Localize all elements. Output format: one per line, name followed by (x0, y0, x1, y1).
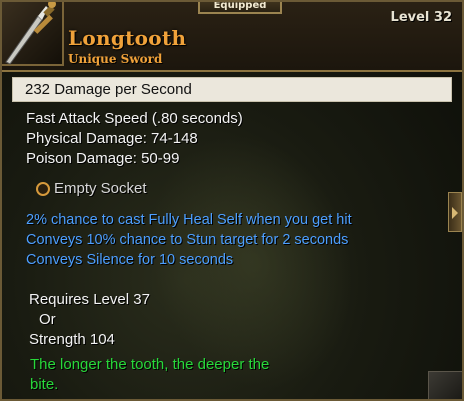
affix-line: Conveys 10% chance to Stun target for 2 … (26, 232, 349, 248)
dps-value: 232 Damage per Second (25, 81, 192, 98)
requires-level: Requires Level 37 (29, 291, 150, 308)
flavor-text-line: The longer the tooth, the deeper the (30, 356, 270, 373)
corner-button[interactable] (428, 371, 462, 399)
requirement-or: Or (39, 311, 56, 328)
tooltip-header: Equipped Longtooth Unique Sword Level 32 (2, 2, 462, 72)
equipped-tab: Equipped (198, 2, 282, 14)
expand-arrow-tab[interactable] (448, 192, 462, 232)
requires-strength: Strength 104 (29, 331, 115, 348)
item-tooltip: Equipped Longtooth Unique Sword Level 32… (0, 0, 464, 401)
attack-speed: Fast Attack Speed (.80 seconds) (26, 110, 243, 127)
item-name: Longtooth (68, 26, 187, 50)
poison-damage: Poison Damage: 50-99 (26, 150, 180, 167)
socket-ring-icon (36, 182, 50, 196)
sword-icon (5, 2, 56, 65)
item-icon-frame (2, 2, 64, 66)
affix-line: 2% chance to cast Fully Heal Self when y… (26, 212, 352, 228)
physical-damage: Physical Damage: 74-148 (26, 130, 198, 147)
dps-bar: 232 Damage per Second (12, 77, 452, 102)
socket-label: Empty Socket (54, 180, 147, 197)
affix-line: Conveys Silence for 10 seconds (26, 252, 234, 268)
item-level: Level 32 (390, 10, 452, 25)
item-type: Unique Sword (68, 52, 163, 66)
flavor-text-line: bite. (30, 376, 59, 393)
